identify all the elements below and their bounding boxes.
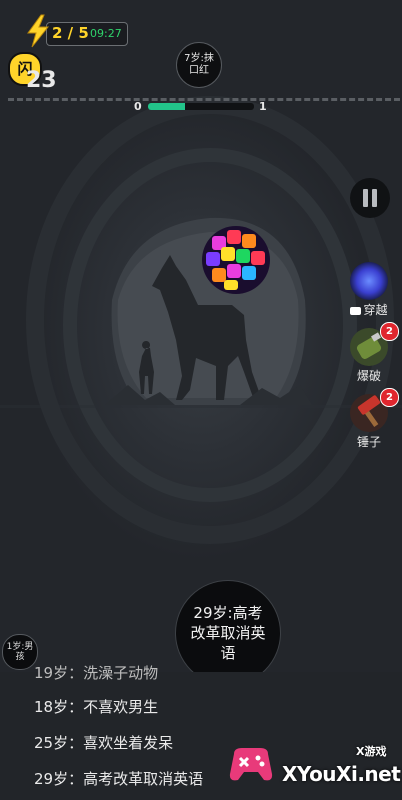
lightning-icon bbox=[27, 14, 50, 48]
watermark-tag: X游戏 bbox=[356, 745, 387, 758]
energy-timer: 09:27 bbox=[90, 27, 122, 40]
history-item: 25岁：喜欢坐着发呆 bbox=[34, 734, 174, 752]
progress-bar-fill bbox=[148, 103, 186, 110]
watermark-site: XYouXi.net bbox=[282, 762, 401, 786]
video-ad-icon bbox=[350, 306, 362, 315]
flash-number: 23 bbox=[26, 68, 57, 93]
blast-label: 爆破 bbox=[356, 369, 381, 383]
history-item: 18岁：不喜欢男生 bbox=[34, 698, 159, 716]
pause-icon-bar bbox=[372, 189, 377, 207]
game-stage: 2 / 5 09:27 闪 23 7岁:抹口红 0 1 穿越 2 爆破 2 锤子… bbox=[0, 0, 402, 800]
pause-icon bbox=[363, 189, 368, 207]
hammer-tool-button[interactable]: 2 锤子 bbox=[343, 388, 399, 450]
danger-line bbox=[8, 98, 400, 101]
vortex-icon bbox=[350, 262, 388, 300]
current-bubble[interactable]: 29岁:高考改革取消英语 bbox=[175, 580, 281, 686]
progress-end-label: 1 bbox=[259, 100, 267, 113]
history-item-partial: 19岁：洗澡子动物 bbox=[34, 664, 159, 682]
blast-tool-button[interactable]: 2 爆破 bbox=[343, 322, 399, 384]
small-bubble: 1岁:男孩 bbox=[2, 634, 38, 670]
rainbow-ball-sprite[interactable] bbox=[196, 222, 276, 298]
target-bubble: 7岁:抹口红 bbox=[176, 42, 222, 88]
energy-count: 2 / 5 bbox=[52, 24, 89, 42]
travel-tool-button[interactable]: 穿越 bbox=[343, 262, 395, 318]
pause-button[interactable] bbox=[350, 178, 390, 218]
progress-start-label: 0 bbox=[134, 100, 142, 113]
blast-count-badge: 2 bbox=[380, 322, 399, 341]
progress-bar bbox=[148, 103, 254, 110]
gamepad-logo-icon bbox=[229, 748, 273, 781]
hammer-label: 锤子 bbox=[356, 435, 381, 449]
travel-label-text: 穿越 bbox=[363, 303, 388, 317]
hammer-count-badge: 2 bbox=[380, 388, 399, 407]
history-item: 29岁：高考改革取消英语 bbox=[34, 770, 204, 788]
travel-label: 穿越 bbox=[343, 301, 395, 318]
